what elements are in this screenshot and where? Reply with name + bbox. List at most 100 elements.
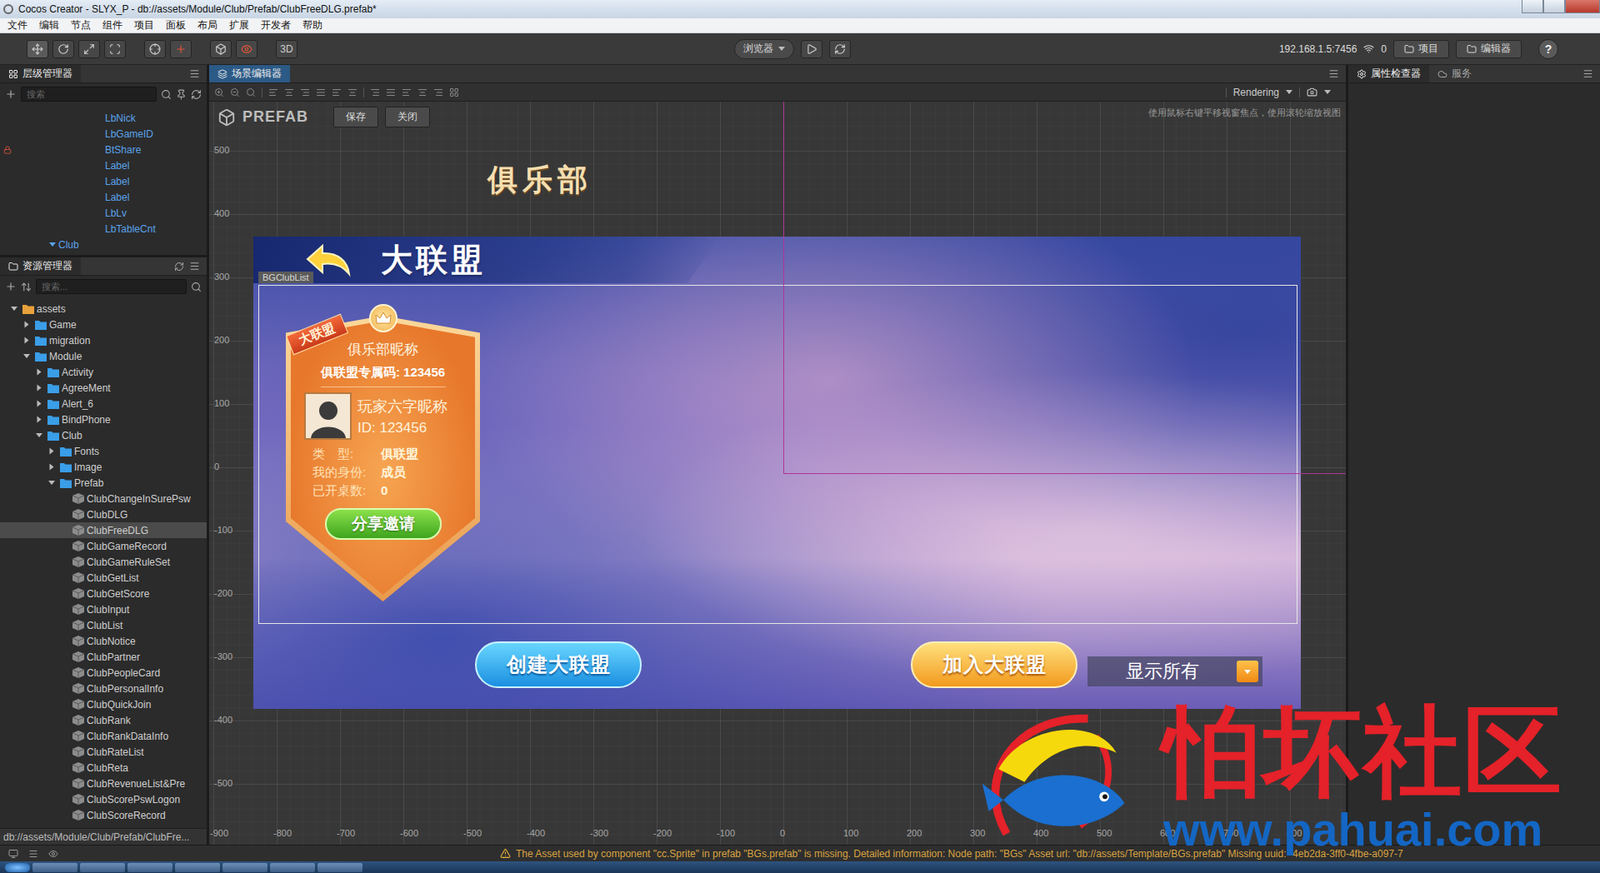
asset-name[interactable]: ClubFreeDLG	[86, 525, 149, 537]
node-row[interactable]: Label	[0, 173, 207, 190]
asset-name[interactable]: ClubChangeInSurePsw	[86, 493, 191, 505]
scene-tool-icon[interactable]	[385, 87, 396, 98]
asset-name[interactable]: ClubRevenueList&Pre	[86, 778, 185, 790]
node-name[interactable]: LbLv	[105, 207, 127, 220]
asset-row[interactable]: Alert_6	[0, 395, 207, 412]
expand-icon[interactable]	[25, 321, 30, 329]
asset-row[interactable]: Game	[0, 316, 207, 333]
asset-row[interactable]: ClubRevenueList&Pre	[0, 775, 207, 792]
asset-name[interactable]: Image	[74, 461, 102, 474]
asset-row[interactable]: ClubInput	[0, 601, 207, 618]
asset-row[interactable]: Image	[0, 459, 207, 475]
asset-name[interactable]: ClubRank	[86, 715, 131, 727]
add-asset-icon[interactable]	[5, 280, 17, 293]
asset-name[interactable]: ClubRankDataInfo	[86, 730, 169, 743]
asset-name[interactable]: ClubQuickJoin	[86, 699, 151, 711]
asset-name[interactable]: Game	[49, 319, 77, 331]
asset-name[interactable]: ClubGameRecord	[86, 540, 167, 553]
asset-row[interactable]: BindPhone	[0, 411, 207, 428]
scene-tool-icon[interactable]	[268, 87, 279, 98]
asset-row[interactable]: Activity	[0, 364, 207, 380]
snap-button[interactable]	[210, 40, 232, 59]
scene-tool-icon[interactable]	[331, 87, 342, 98]
asset-row[interactable]: ClubGetList	[0, 570, 207, 586]
scene-canvas[interactable]: 5004003002001000-100-200-300-400-500-900…	[209, 101, 1346, 845]
caret-icon[interactable]	[1324, 90, 1331, 95]
close-button[interactable]	[1565, 0, 1600, 14]
menu-item[interactable]: 组件	[96, 18, 129, 33]
asset-name[interactable]: Club	[61, 430, 83, 442]
close-button[interactable]: 关闭	[385, 106, 430, 128]
expand-icon[interactable]	[10, 306, 18, 311]
menu-item[interactable]: 开发者	[255, 18, 297, 33]
record-button[interactable]	[235, 40, 258, 59]
expand-icon[interactable]	[50, 464, 55, 471]
asset-row[interactable]: ClubFreeDLG	[0, 522, 207, 539]
play-button[interactable]	[800, 40, 823, 59]
console-icon[interactable]	[8, 849, 19, 860]
menu-item[interactable]: 扩展	[223, 18, 255, 33]
taskbar-item[interactable]	[222, 863, 268, 873]
create-league-button[interactable]: 创建大联盟	[475, 641, 642, 689]
search-icon[interactable]	[190, 281, 202, 293]
taskbar-item[interactable]	[270, 863, 315, 873]
refresh-icon[interactable]	[174, 261, 185, 272]
asset-name[interactable]: ClubPeopleCard	[86, 667, 160, 680]
asset-name[interactable]: AgreeMent	[61, 382, 111, 395]
menu-icon[interactable]	[189, 68, 200, 80]
rotate-tool[interactable]	[52, 40, 75, 59]
asset-row[interactable]: ClubList	[0, 617, 207, 634]
start-button[interactable]	[5, 863, 30, 873]
asset-row[interactable]: ClubQuickJoin	[0, 696, 207, 713]
asset-row[interactable]: ClubChangeInSurePsw	[0, 490, 207, 507]
menu-item[interactable]: 帮助	[296, 18, 329, 33]
asset-name[interactable]: Prefab	[74, 477, 104, 490]
expand-icon[interactable]	[50, 448, 55, 455]
asset-row[interactable]: ClubRank	[0, 712, 207, 729]
assets-tab[interactable]: 资源管理器	[0, 257, 81, 275]
node-row[interactable]: Label	[0, 157, 207, 174]
asset-name[interactable]: ClubReta	[86, 762, 129, 775]
move-tool[interactable]	[26, 40, 49, 59]
scene-tool-icon[interactable]	[284, 87, 295, 98]
expand-icon[interactable]	[37, 400, 42, 408]
asset-row[interactable]: ClubGameRecord	[0, 538, 207, 555]
asset-name[interactable]: Alert_6	[61, 398, 94, 410]
add-node-icon[interactable]	[5, 88, 17, 100]
menu-item[interactable]: 节点	[65, 18, 97, 33]
open-project-button[interactable]: 项目	[1393, 40, 1450, 59]
scene-tool-icon[interactable]	[401, 87, 412, 98]
asset-name[interactable]: ClubGameRuleSet	[86, 556, 170, 569]
asset-name[interactable]: ClubDLG	[86, 509, 128, 521]
asset-row[interactable]: ClubPartner	[0, 649, 207, 665]
hierarchy-search[interactable]: 搜索	[20, 86, 157, 102]
node-name[interactable]: BtShare	[105, 144, 141, 156]
asset-row[interactable]: ClubDLG	[0, 506, 207, 523]
node-row[interactable]: LbTableCnt	[0, 220, 207, 237]
node-row[interactable]: BtShare	[0, 141, 207, 158]
scene-tool-icon[interactable]	[245, 87, 256, 98]
rect-tool[interactable]	[104, 40, 126, 59]
asset-row[interactable]: ClubGetScore	[0, 585, 207, 602]
refresh-button[interactable]	[829, 40, 851, 59]
asset-name[interactable]: ClubNotice	[86, 635, 136, 648]
asset-name[interactable]: Activity	[61, 366, 94, 379]
node-row[interactable]: Label	[0, 189, 207, 205]
asset-name[interactable]: ClubScoreRecord	[86, 810, 166, 822]
log-icon[interactable]	[28, 849, 39, 860]
asset-name[interactable]: ClubList	[86, 620, 123, 632]
join-league-button[interactable]: 加入大联盟	[910, 641, 1078, 689]
open-editor-button[interactable]: 编辑器	[1455, 40, 1522, 59]
taskbar-item[interactable]	[175, 863, 220, 873]
camera-icon[interactable]	[1306, 86, 1318, 98]
scene-tab[interactable]: 场景编辑器	[209, 65, 290, 83]
asset-row[interactable]: ClubRateList	[0, 744, 207, 760]
asset-row[interactable]: ClubNotice	[0, 633, 207, 650]
render-mode-select[interactable]: Rendering	[1233, 86, 1280, 99]
view-icon[interactable]	[48, 849, 59, 860]
scene-tool-icon[interactable]	[433, 87, 444, 98]
asset-name[interactable]: ClubPartner	[86, 651, 140, 664]
asset-row[interactable]: Fonts	[0, 443, 207, 460]
expand-icon[interactable]	[49, 242, 56, 247]
scene-tool-icon[interactable]	[300, 87, 310, 98]
